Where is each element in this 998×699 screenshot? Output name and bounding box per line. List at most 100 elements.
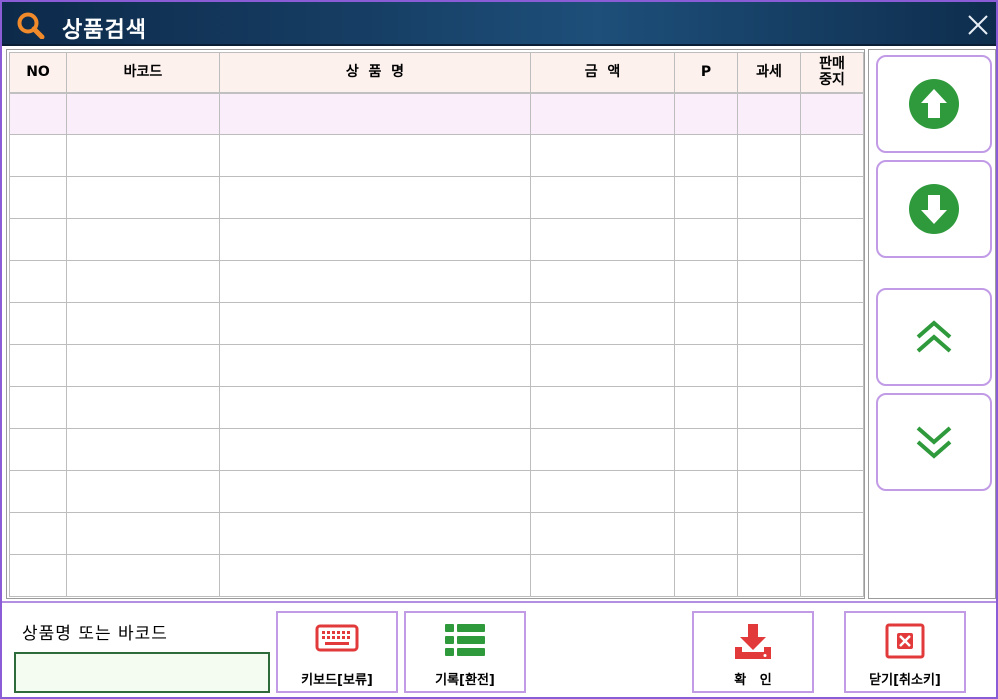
table-cell [9,386,67,429]
column-header-no[interactable]: NO [9,52,67,94]
confirm-button[interactable]: 확 인 [692,611,814,693]
table-cell [219,512,531,555]
table-cell [674,260,738,303]
table-cell [219,386,531,429]
table-cell [530,428,675,471]
product-search-window: 상품검색 NO 바코드 상 품 명 금 액 P 과세 판매 중지 상품명 또는 … [0,0,998,699]
page-up-button[interactable] [876,288,992,386]
bottom-bar: 상품명 또는 바코드 키보드[보류] 기록[환전] 확 인 닫기[취소키] [2,601,996,697]
table-cell [737,554,801,597]
table-cell [674,344,738,387]
column-header-sale-stop[interactable]: 판매 중지 [800,52,864,94]
table-cell [674,470,738,513]
table-row[interactable] [9,386,864,429]
table-cell [530,512,675,555]
table-cell [800,260,864,303]
window-title: 상품검색 [62,18,147,43]
table-cell [219,134,531,177]
table-cell [800,92,864,135]
table-row[interactable] [9,554,864,597]
table-cell [66,512,220,555]
table-cell [800,428,864,471]
table-cell [9,218,67,261]
history-button[interactable]: 기록[환전] [404,611,526,693]
table-cell [530,302,675,345]
table-cell [530,260,675,303]
table-cell [737,92,801,135]
table-cell [530,134,675,177]
table-cell [9,92,67,135]
table-cell [674,92,738,135]
table-cell [674,386,738,429]
table-cell [66,134,220,177]
table-cell [800,218,864,261]
table-row[interactable] [9,260,864,303]
table-cell [530,176,675,219]
table-cell [530,92,675,135]
table-cell [66,218,220,261]
table-cell [674,302,738,345]
circle-arrow-up-icon [909,79,959,129]
table-cell [530,470,675,513]
close-cancel-button[interactable]: 닫기[취소키] [844,611,966,693]
table-cell [219,92,531,135]
title-bar: 상품검색 [2,2,996,46]
column-header-tax[interactable]: 과세 [737,52,801,94]
table-cell [737,470,801,513]
list-icon [445,624,485,656]
table-cell [674,176,738,219]
table-row[interactable] [9,134,864,177]
table-cell [737,428,801,471]
table-cell [66,176,220,219]
column-header-amount[interactable]: 금 액 [530,52,675,94]
table-row[interactable] [9,92,864,135]
confirm-button-label: 확 인 [734,673,772,688]
page-down-button[interactable] [876,393,992,491]
table-cell [219,428,531,471]
double-chevron-down-icon [916,426,952,459]
table-cell [800,344,864,387]
table-cell [530,386,675,429]
table-cell [9,176,67,219]
table-cell [219,176,531,219]
table-cell [9,470,67,513]
table-row[interactable] [9,512,864,555]
table-cell [674,554,738,597]
close-icon[interactable] [966,13,990,37]
table-cell [737,176,801,219]
table-cell [219,554,531,597]
table-cell [9,302,67,345]
table-row[interactable] [9,218,864,261]
table-cell [674,134,738,177]
table-header-row: NO 바코드 상 품 명 금 액 P 과세 판매 중지 [9,52,864,94]
table-cell [9,428,67,471]
table-cell [737,134,801,177]
table-row[interactable] [9,302,864,345]
table-cell [530,554,675,597]
cancel-box-icon [885,623,925,659]
search-icon [17,12,45,39]
row-down-button[interactable] [876,160,992,258]
close-cancel-button-label: 닫기[취소키] [869,673,941,688]
table-row[interactable] [9,428,864,471]
table-row[interactable] [9,470,864,513]
table-cell [530,218,675,261]
product-grid: NO 바코드 상 품 명 금 액 P 과세 판매 중지 [6,49,865,599]
column-header-product-name[interactable]: 상 품 명 [219,52,531,94]
table-cell [219,302,531,345]
column-header-barcode[interactable]: 바코드 [66,52,220,94]
table-row[interactable] [9,176,864,219]
table-cell [800,554,864,597]
table-cell [9,554,67,597]
table-cell [66,260,220,303]
table-cell [800,302,864,345]
table-cell [66,344,220,387]
column-header-p[interactable]: P [674,52,738,94]
table-cell [737,302,801,345]
search-input[interactable] [14,652,270,693]
keyboard-button[interactable]: 키보드[보류] [276,611,398,693]
table-cell [66,302,220,345]
row-up-button[interactable] [876,55,992,153]
table-cell [800,470,864,513]
table-row[interactable] [9,344,864,387]
